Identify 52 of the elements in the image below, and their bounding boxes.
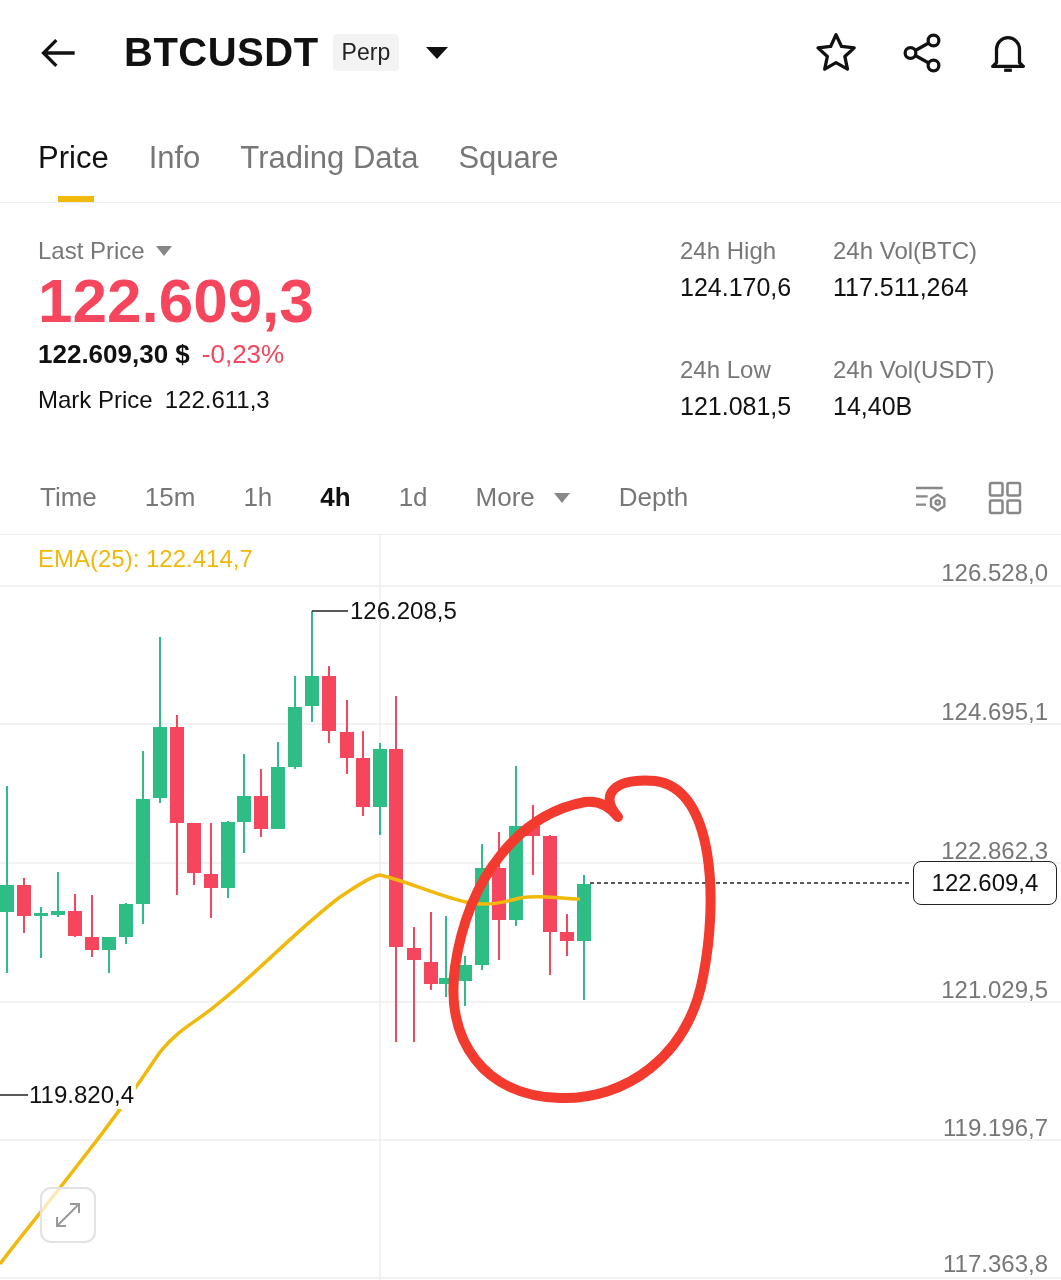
mark-price: 122.611,3: [164, 386, 270, 414]
perp-badge: Perp: [332, 34, 400, 71]
stat-value: 14,40B: [833, 392, 914, 421]
stat-label: 24h Low: [680, 356, 772, 384]
price-axis-label: 121.029,5: [941, 976, 1048, 1004]
stat-label: 24h High: [680, 237, 778, 265]
candle: [85, 894, 99, 958]
interval-tab[interactable]: More: [475, 482, 571, 513]
interval-tab[interactable]: Depth: [618, 482, 689, 513]
price-axis-label: 119.196,7: [943, 1114, 1048, 1142]
candle: [68, 893, 82, 938]
price-axis-label: 126.528,0: [941, 559, 1048, 587]
low-price-label: 119.820,4: [29, 1081, 136, 1109]
expand-icon[interactable]: [40, 1187, 96, 1243]
leader-line: [0, 1094, 29, 1096]
tab[interactable]: Trading Data: [240, 140, 419, 202]
interval-tab[interactable]: 1h: [243, 482, 273, 513]
last-price: 122.609,3: [38, 265, 315, 337]
candle: [254, 768, 268, 838]
fiat-price: 122.609,30 $: [38, 339, 190, 370]
stat-value: 124.170,6: [680, 273, 793, 302]
candle: [102, 936, 116, 974]
tab[interactable]: Square: [458, 140, 559, 202]
candle: [34, 906, 48, 959]
last-price-label: Last Price: [38, 237, 145, 265]
candle: [560, 913, 574, 957]
stat-value: 117.511,264: [833, 273, 970, 302]
candle: [187, 822, 201, 886]
interval-tab[interactable]: Time: [40, 482, 97, 513]
ema-indicator: EMA(25): 122.414,7: [38, 545, 253, 573]
candle: [458, 955, 472, 1007]
symbol-title: BTCUSDT: [124, 30, 319, 75]
candle: [51, 871, 65, 918]
interval-tab[interactable]: 4h: [320, 482, 351, 513]
price-axis-label: 117.363,8: [943, 1250, 1048, 1278]
interval-tab[interactable]: 15m: [144, 482, 196, 513]
current-price-label: 122.609,4: [913, 861, 1057, 905]
interval-tab[interactable]: 1d: [398, 482, 428, 513]
price-change: -0,23%: [201, 339, 285, 370]
leader-line: [311, 610, 349, 612]
candle: [17, 877, 31, 934]
caret-icon: [552, 491, 571, 504]
caret-icon[interactable]: [425, 44, 450, 61]
tab[interactable]: Price: [38, 140, 109, 202]
candle: [119, 902, 133, 945]
price-axis-label: 124.695,1: [941, 698, 1048, 726]
stat-label: 24h Vol(USDT): [833, 356, 996, 384]
stat-label: 24h Vol(BTC): [833, 237, 979, 265]
tab[interactable]: Info: [148, 140, 201, 202]
high-price-label: 126.208,5: [350, 597, 457, 625]
stat-value: 121.081,5: [680, 392, 793, 421]
mark-price-label: Mark Price: [38, 386, 153, 414]
